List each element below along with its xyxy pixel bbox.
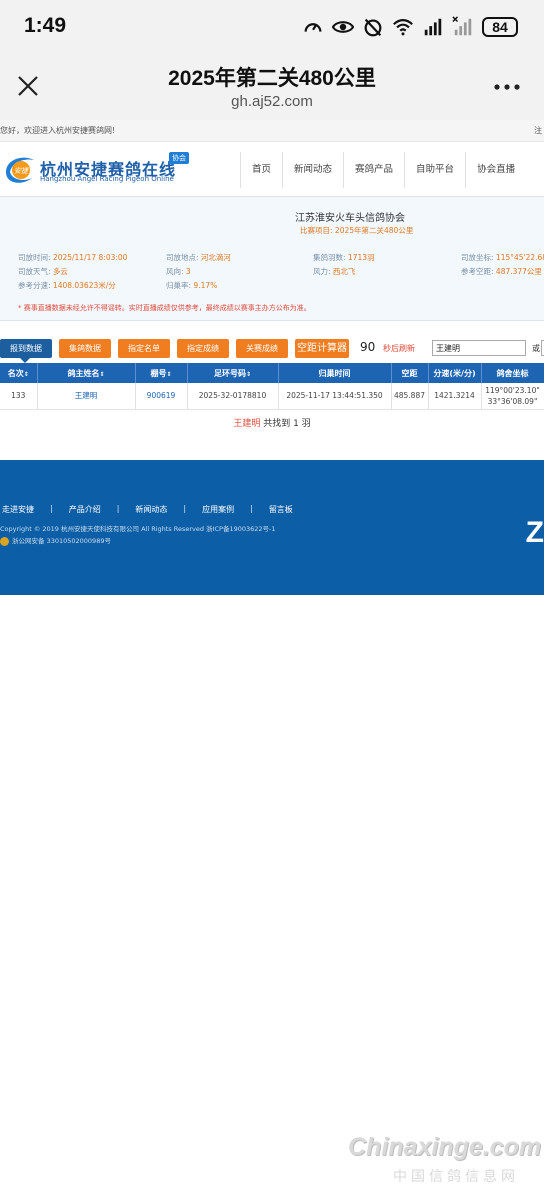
column-header-distance: 空距	[391, 363, 429, 383]
status-bar: 1:49 84	[0, 0, 544, 56]
or-label: 或	[532, 344, 540, 353]
alarm-off-icon	[364, 18, 382, 37]
footer-links: 走进安捷 | 产品介绍 | 新闻动态 | 应用案例 | 留言板	[2, 504, 293, 515]
footer-separator: |	[183, 504, 187, 513]
footer-separator: |	[116, 504, 120, 513]
info-item: 归巢率: 9.17%	[166, 281, 218, 290]
eye-icon	[332, 21, 354, 33]
welcome-strip: 您好，欢迎进入杭州安捷赛鸽网! 注	[0, 120, 544, 142]
info-item: 风向: 3	[166, 267, 191, 276]
nav-live[interactable]: 协会直播	[465, 152, 526, 188]
info-item: 参考分速: 1408.03623米/分	[18, 281, 116, 290]
footer-edge-char: Z	[525, 516, 544, 549]
refresh-label: 秒后刷新	[383, 344, 415, 353]
column-header-speed: 分速(米/分)	[428, 363, 482, 383]
association-name: 江苏淮安火车头信鸽协会	[295, 213, 405, 224]
cell-owner[interactable]: 王建明	[37, 383, 136, 410]
cell-ring: 2025-32-0178810	[187, 383, 279, 410]
info-item: 集鸽羽数: 1713羽	[313, 253, 375, 262]
notice-text: * 赛事直播数据未经允许不得谣转。实时直播成绩仅供参考，最终成绩以赛事主办方公布…	[18, 304, 311, 312]
police-record[interactable]: 浙公网安备 33010502000989号	[0, 535, 111, 546]
owner-search-input[interactable]	[432, 340, 526, 356]
tab-report-data[interactable]: 报到数据	[0, 339, 52, 358]
status-time: 1:49	[24, 14, 67, 37]
info-row: 司放天气: 多云 风向: 3 风力: 西北飞 参考空距: 487.377公里	[0, 266, 544, 278]
main-nav: 首页 新闻动态 赛鸽产品 自助平台 协会直播	[240, 152, 526, 188]
police-record-text: 浙公网安备 33010502000989号	[12, 537, 111, 545]
table-row: 133 王建明 900619 2025-32-0178810 2025-11-1…	[0, 383, 544, 410]
page-url: gh.aj52.com	[231, 93, 313, 110]
footer-link-about[interactable]: 走进安捷	[2, 504, 34, 515]
found-count: 共找到 1 羽	[263, 419, 311, 429]
welcome-text: 您好，欢迎进入杭州安捷赛鸽网!	[0, 126, 116, 135]
column-header-coord: 鸽舍坐标	[481, 363, 544, 383]
police-badge-icon	[0, 536, 9, 546]
tab-designated-results[interactable]: 指定成绩	[177, 339, 229, 358]
footer-link-news[interactable]: 新闻动态	[135, 504, 167, 515]
column-header-time: 归巢时间	[278, 363, 392, 383]
project-value: 2025年第二关480公里	[334, 226, 414, 235]
toolbar: 报到数据 集鸽数据 指定名单 指定成绩 关赛成绩 空距计算器 90 秒后刷新 或	[0, 337, 544, 363]
refresh-countdown: 90	[360, 340, 376, 354]
nav-self-service[interactable]: 自助平台	[404, 152, 465, 188]
logo-text: 安捷	[14, 167, 29, 175]
tab-collection-data[interactable]: 集鸽数据	[59, 339, 111, 358]
logo-icon[interactable]: 安捷	[2, 152, 38, 186]
race-info-panel: 江苏淮安火车头信鸽协会 比赛项目: 2025年第二关480公里 司放时间: 20…	[0, 197, 544, 321]
page-title: 2025年第二关480公里	[168, 67, 376, 90]
distance-calculator-button[interactable]: 空距计算器	[295, 339, 349, 358]
status-icons: 84	[302, 16, 518, 38]
signal-x-icon	[452, 16, 472, 36]
project-line: 比赛项目: 2025年第二关480公里	[300, 225, 413, 236]
footer-link-cases[interactable]: 应用案例	[202, 504, 234, 515]
nav-news[interactable]: 新闻动态	[282, 152, 343, 188]
cell-rank: 133	[0, 383, 38, 410]
watermark-logo: Chinaxinge.com	[348, 1133, 542, 1161]
column-header-loft[interactable]: 棚号⇕	[135, 363, 188, 383]
tab-designated-list[interactable]: 指定名单	[118, 339, 170, 358]
welcome-edge-char: 注	[534, 126, 542, 135]
found-owner-name: 王建明	[233, 419, 261, 429]
copyright-text: Copyright © 2019 杭州安捷天使科技有限公司 All Rights…	[0, 525, 276, 533]
speed-icon	[304, 23, 322, 32]
brand-name-en: Hangzhou Angel Racing Pigeon Online	[40, 175, 174, 183]
column-header-ring[interactable]: 足环号码⇕	[187, 363, 279, 383]
brand-badge: 协会	[169, 152, 189, 164]
cell-loft[interactable]: 900619	[135, 383, 188, 410]
browser-header: 2025年第二关480公里 gh.aj52.com	[0, 56, 544, 120]
info-item: 司放地点: 河北滴河	[166, 253, 231, 262]
info-item: 参考空距: 487.377公里	[461, 267, 542, 276]
footer-separator: |	[250, 504, 253, 513]
cell-speed: 1421.3214	[428, 383, 482, 410]
wifi-icon	[393, 19, 413, 36]
footer-separator: |	[50, 504, 53, 513]
nav-products[interactable]: 赛鸽产品	[343, 152, 404, 188]
project-label: 比赛项目:	[300, 226, 333, 235]
info-item: 司放天气: 多云	[18, 267, 68, 276]
footer-link-guestbook[interactable]: 留言板	[269, 504, 293, 515]
more-menu-icon[interactable]	[494, 84, 520, 90]
info-item: 司放坐标: 115°45'22.68"/	[461, 253, 544, 262]
cell-distance: 485.887	[391, 383, 429, 410]
watermark-subtitle: 中国信鸽信息网	[393, 1169, 519, 1185]
cell-time: 2025-11-17 13:44:51.350	[278, 383, 392, 410]
column-header-rank[interactable]: 名次⇕	[0, 363, 38, 383]
info-item: 风力: 西北飞	[313, 267, 356, 276]
signal-4g-icon	[424, 18, 442, 36]
info-row: 司放时间: 2025/11/17 8:03:00 司放地点: 河北滴河 集鸽羽数…	[0, 252, 544, 264]
search-result-summary: 王建明 共找到 1 羽	[0, 416, 544, 429]
footer-link-products[interactable]: 产品介绍	[69, 504, 101, 515]
nav-home[interactable]: 首页	[240, 152, 282, 188]
info-item: 司放时间: 2025/11/17 8:03:00	[18, 253, 128, 262]
info-row: 参考分速: 1408.03623米/分 归巢率: 9.17%	[0, 280, 544, 292]
table-header-row: 名次⇕ 鸽主姓名⇕ 棚号⇕ 足环号码⇕ 归巢时间 空距 分速(米/分) 鸽舍坐标	[0, 363, 544, 383]
site-footer: 走进安捷 | 产品介绍 | 新闻动态 | 应用案例 | 留言板 Copyrigh…	[0, 460, 544, 595]
battery-icon: 84	[482, 17, 518, 37]
column-header-owner[interactable]: 鸽主姓名⇕	[37, 363, 136, 383]
tab-final-results[interactable]: 关赛成绩	[236, 339, 288, 358]
results-table: 名次⇕ 鸽主姓名⇕ 棚号⇕ 足环号码⇕ 归巢时间 空距 分速(米/分) 鸽舍坐标…	[0, 363, 544, 410]
site-header: 安捷 杭州安捷赛鸽在线 Hangzhou Angel Racing Pigeon…	[0, 142, 544, 197]
cell-coord: 119°00'23.10" 33°36'08.09"	[481, 383, 544, 410]
